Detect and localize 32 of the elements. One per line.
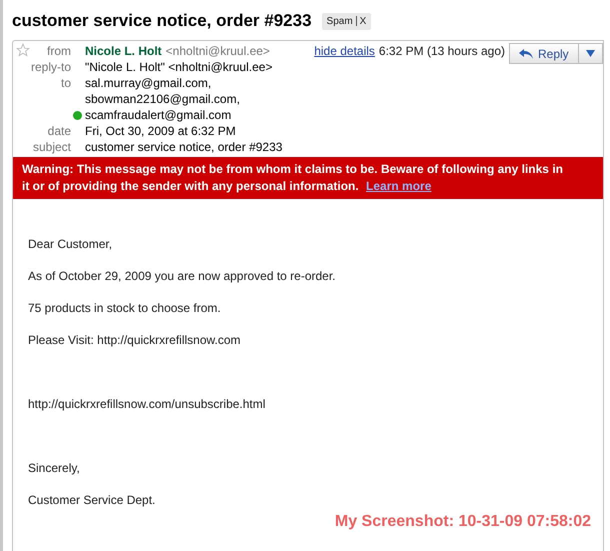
message-paragraph: As of October 29, 2009 you are now approved to re-order. xyxy=(28,268,337,284)
sender-name: Nicole L. Holt xyxy=(85,43,162,59)
recipient-address: sal.murray@gmail.com, xyxy=(85,76,212,90)
message-paragraph: Customer Service Dept. xyxy=(28,492,156,508)
subject-value: customer service notice, order #9233 xyxy=(85,140,282,154)
reply-arrow-icon xyxy=(518,48,534,60)
warning-text: Warning: This message may not be from whom it claims to be. Beware of following any links in it or of providing the sender with any personal information. Learn more xyxy=(22,161,563,195)
message-paragraph: 75 products in stock to choose from. xyxy=(28,300,222,316)
dropdown-caret-icon xyxy=(586,50,595,57)
remove-label-button[interactable]: X xyxy=(360,14,366,28)
more-options-button[interactable] xyxy=(579,43,603,64)
field-label: subject xyxy=(32,139,71,155)
screenshot-stamp-text: My Screenshot: 10-31-09 07:58:02 xyxy=(334,514,591,530)
email-subject: customer service notice, order #9233 xyxy=(12,10,312,32)
hide-details-link[interactable]: hide details xyxy=(314,43,375,59)
star-icon[interactable] xyxy=(16,43,30,57)
message-time: 6:32 PM (13 hours ago) xyxy=(378,43,505,59)
field-label: from xyxy=(47,43,71,59)
field-label: reply-to xyxy=(30,59,71,75)
label-text: Spam xyxy=(326,14,353,28)
date-value: Fri, Oct 30, 2009 at 6:32 PM xyxy=(85,124,236,138)
message-paragraph: Please Visit: http://quickrxrefillsnow.com xyxy=(28,332,242,348)
message-paragraph: Dear Customer, xyxy=(28,236,114,252)
recipient-address: scamfraudalert@gmail.com xyxy=(85,108,232,122)
field-label: date xyxy=(48,123,71,139)
reply-to-address: "Nicole L. Holt" <nholtni@kruul.ee> xyxy=(85,60,272,74)
recipient-address: sbowman22106@gmail.com, xyxy=(85,92,240,106)
sender-email: <nholtni@kruul.ee> xyxy=(166,43,270,59)
reply-button[interactable]: Reply xyxy=(509,43,579,64)
message-paragraph: http://quickrxrefillsnow.com/unsubscribe.html xyxy=(28,396,266,412)
message-paragraph: Sincerely, xyxy=(28,460,81,476)
field-label: to xyxy=(60,75,71,91)
